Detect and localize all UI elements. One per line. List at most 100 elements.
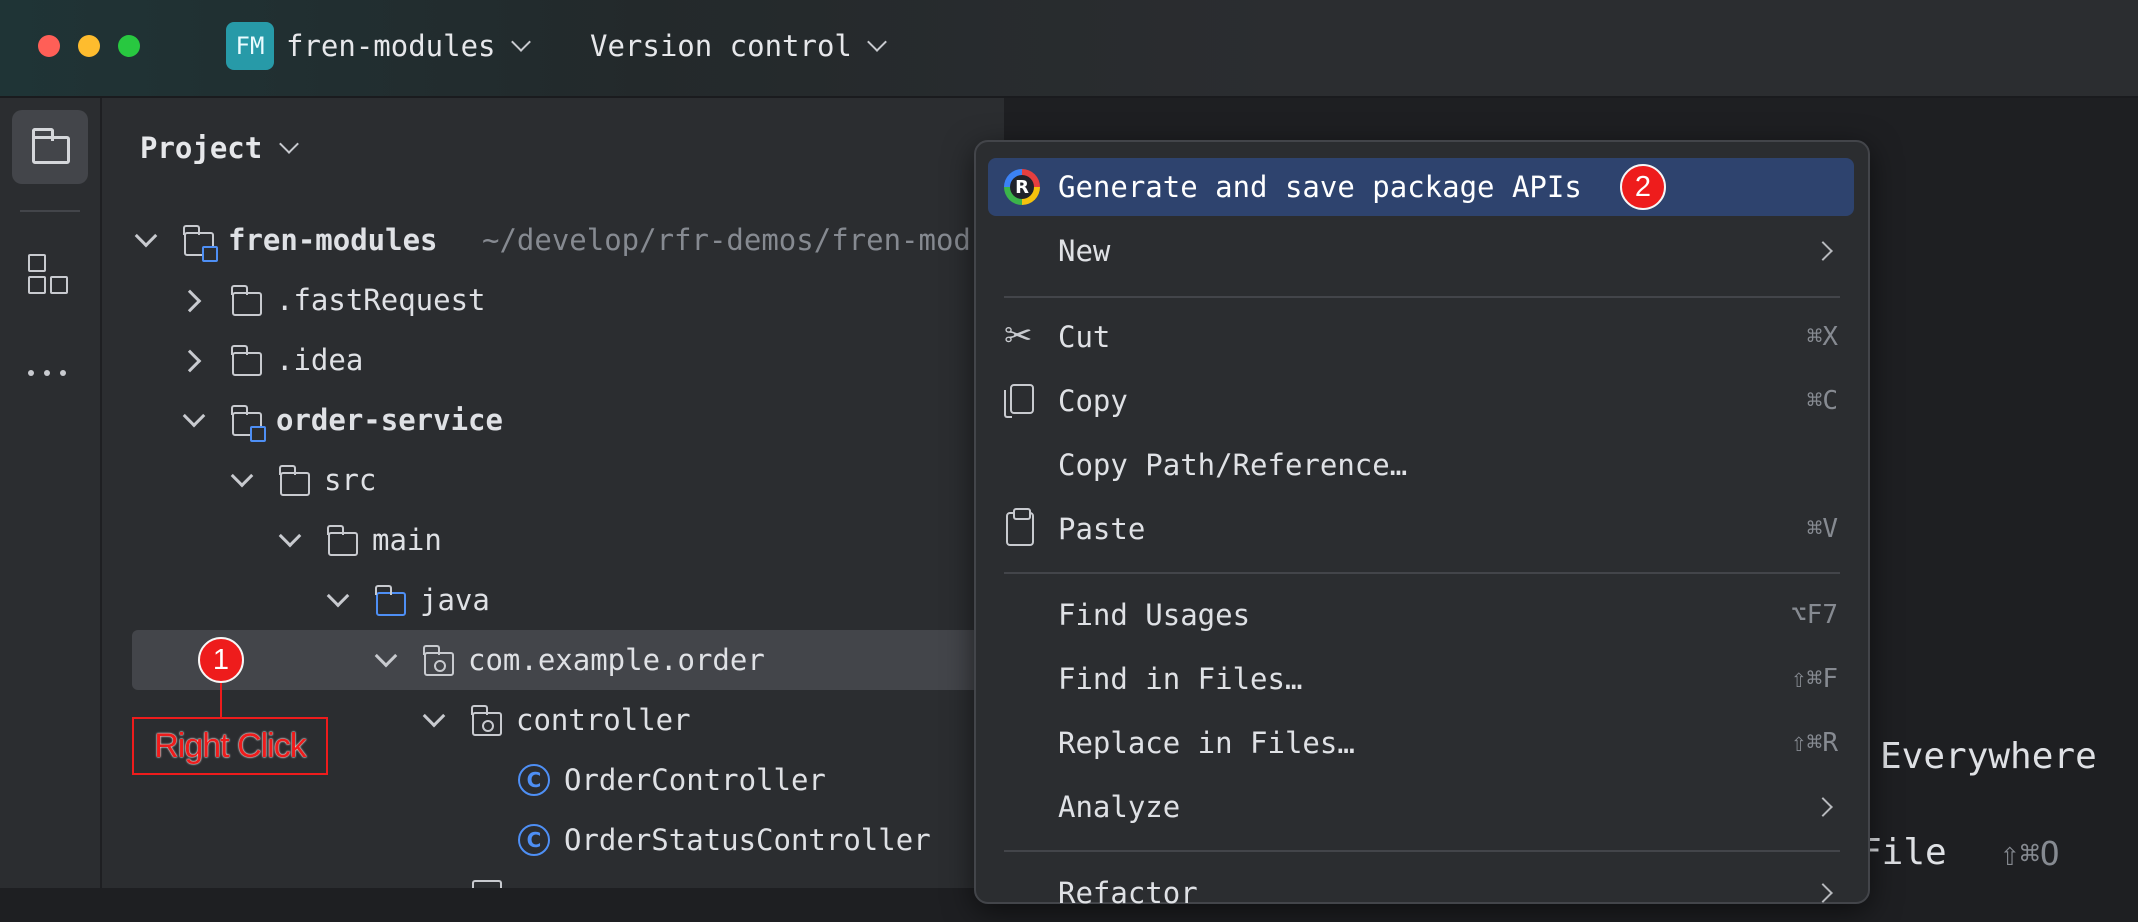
tree-row-main[interactable]: main bbox=[102, 510, 1004, 570]
tree-label: java bbox=[420, 583, 490, 617]
chevron-down-icon bbox=[422, 704, 446, 728]
maximize-window-button[interactable] bbox=[118, 35, 140, 57]
submenu-arrow-icon bbox=[1813, 883, 1833, 903]
menu-item-find-in-files[interactable]: Find in Files… ⇧⌘F bbox=[988, 650, 1854, 708]
menu-item-label: Generate and save package APIs bbox=[1058, 170, 1582, 204]
source-folder-icon bbox=[375, 585, 406, 616]
tree-row-fastrequest[interactable]: .fastRequest bbox=[102, 270, 1004, 330]
tree-label: main bbox=[372, 523, 442, 557]
tree-row-idea[interactable]: .idea bbox=[102, 330, 1004, 390]
menu-shortcut: ⌘V bbox=[1806, 514, 1838, 544]
menu-item-copy[interactable]: Copy ⌘C bbox=[988, 372, 1854, 430]
minimize-window-button[interactable] bbox=[78, 35, 100, 57]
submenu-arrow-icon bbox=[1813, 797, 1833, 817]
chevron-down-icon bbox=[374, 644, 398, 668]
menu-item-generate-package-apis[interactable]: R Generate and save package APIs bbox=[988, 158, 1854, 216]
menu-separator bbox=[1004, 850, 1840, 852]
context-menu: R Generate and save package APIs 2 New ✂… bbox=[974, 140, 1870, 910]
project-tool-button[interactable] bbox=[12, 110, 88, 184]
chevron-down-icon bbox=[326, 584, 350, 608]
tree-path-hint: ~/develop/rfr-demos/fren-mod bbox=[482, 223, 971, 257]
tree-label: src bbox=[324, 463, 377, 497]
tree-row-order-status-controller[interactable]: C OrderStatusController bbox=[102, 810, 1004, 870]
module-badge-icon bbox=[250, 426, 266, 442]
project-switcher[interactable]: FM fren-modules bbox=[226, 22, 531, 70]
title-bar: FM fren-modules Version control bbox=[0, 0, 2138, 98]
menu-item-label: Analyze bbox=[1058, 790, 1181, 824]
tree-row-src[interactable]: src bbox=[102, 450, 1004, 510]
menu-shortcut: ⇧⌘F bbox=[1791, 664, 1838, 694]
panel-title: Project bbox=[140, 131, 263, 165]
class-icon: C bbox=[518, 824, 550, 856]
more-tools-button[interactable] bbox=[28, 368, 72, 380]
step-2-badge: 2 bbox=[1620, 164, 1666, 210]
tool-window-strip bbox=[0, 98, 102, 888]
tree-label: controller bbox=[516, 703, 691, 737]
tree-label: OrderController bbox=[564, 763, 826, 797]
step-1-label-box: Right Click bbox=[132, 717, 328, 775]
menu-item-label: Find Usages bbox=[1058, 598, 1251, 632]
copy-icon bbox=[1010, 384, 1034, 414]
package-dot bbox=[434, 660, 446, 672]
package-dot bbox=[482, 720, 494, 732]
menu-item-replace-in-files[interactable]: Replace in Files… ⇧⌘R bbox=[988, 714, 1854, 772]
tree-label: .fastRequest bbox=[276, 283, 486, 317]
menu-item-find-usages[interactable]: Find Usages ⌥F7 bbox=[988, 586, 1854, 644]
folder-icon bbox=[327, 525, 358, 556]
menu-item-new[interactable]: New bbox=[988, 222, 1854, 280]
vcs-switcher[interactable]: Version control bbox=[590, 22, 887, 70]
menu-item-label: Paste bbox=[1058, 512, 1146, 546]
folder-icon bbox=[231, 345, 262, 376]
step-1-connector bbox=[220, 683, 222, 717]
module-badge-icon bbox=[202, 246, 218, 262]
folder-icon bbox=[231, 285, 262, 316]
chevron-down-icon bbox=[230, 464, 254, 488]
goto-file-hint: File bbox=[1860, 832, 1947, 873]
project-name: fren-modules bbox=[286, 29, 496, 63]
menu-item-paste[interactable]: Paste ⌘V bbox=[988, 500, 1854, 558]
menu-item-label: Cut bbox=[1058, 320, 1111, 354]
menu-item-label: New bbox=[1058, 234, 1111, 268]
menu-item-analyze[interactable]: Analyze bbox=[988, 778, 1854, 836]
menu-item-copy-path[interactable]: Copy Path/Reference… bbox=[988, 436, 1854, 494]
menu-item-refactor[interactable]: Refactor bbox=[988, 864, 1854, 922]
chevron-down-icon bbox=[279, 134, 300, 154]
menu-item-cut[interactable]: ✂ Cut ⌘X bbox=[988, 308, 1854, 366]
search-everywhere-hint: Everywhere bbox=[1880, 736, 2097, 777]
chevron-down-icon bbox=[182, 404, 206, 428]
goto-file-shortcut: ⇧⌘O bbox=[2000, 834, 2060, 873]
scissors-icon: ✂ bbox=[1004, 316, 1033, 356]
tree-label: order-service bbox=[276, 403, 503, 437]
tree-label: com.example.order bbox=[468, 643, 765, 677]
structure-tool-button[interactable] bbox=[28, 254, 72, 298]
vcs-label: Version control bbox=[590, 29, 852, 63]
menu-separator bbox=[1004, 572, 1840, 574]
chevron-down-icon bbox=[510, 32, 531, 52]
chevron-right-icon bbox=[178, 289, 202, 313]
menu-separator bbox=[1004, 296, 1840, 298]
menu-item-label: Refactor bbox=[1058, 876, 1198, 910]
chevron-down-icon bbox=[134, 224, 158, 248]
menu-item-label: Replace in Files… bbox=[1058, 726, 1355, 760]
close-window-button[interactable] bbox=[38, 35, 60, 57]
menu-shortcut: ⌘X bbox=[1806, 322, 1838, 352]
tree-row-fren-modules[interactable]: fren-modules ~/develop/rfr-demos/fren-mo… bbox=[102, 210, 1004, 270]
class-icon: C bbox=[518, 764, 550, 796]
tree-row-order-service[interactable]: order-service bbox=[102, 390, 1004, 450]
strip-separator bbox=[20, 210, 80, 212]
tree-label: .idea bbox=[276, 343, 364, 377]
tree-row-partial bbox=[472, 880, 502, 888]
project-view-selector[interactable]: Project bbox=[140, 128, 300, 168]
project-badge: FM bbox=[226, 22, 274, 70]
menu-shortcut: ⌥F7 bbox=[1791, 600, 1838, 630]
tree-row-java[interactable]: java bbox=[102, 570, 1004, 630]
menu-item-label: Find in Files… bbox=[1058, 662, 1303, 696]
tree-label: fren-modules bbox=[228, 223, 438, 257]
step-1-label: Right Click bbox=[154, 726, 306, 765]
menu-item-label: Copy Path/Reference… bbox=[1058, 448, 1408, 482]
tree-label: OrderStatusController bbox=[564, 823, 931, 857]
step-1-badge: 1 bbox=[198, 637, 244, 683]
menu-item-label: Copy bbox=[1058, 384, 1128, 418]
chevron-down-icon bbox=[867, 32, 887, 52]
menu-shortcut: ⇧⌘R bbox=[1791, 728, 1838, 758]
